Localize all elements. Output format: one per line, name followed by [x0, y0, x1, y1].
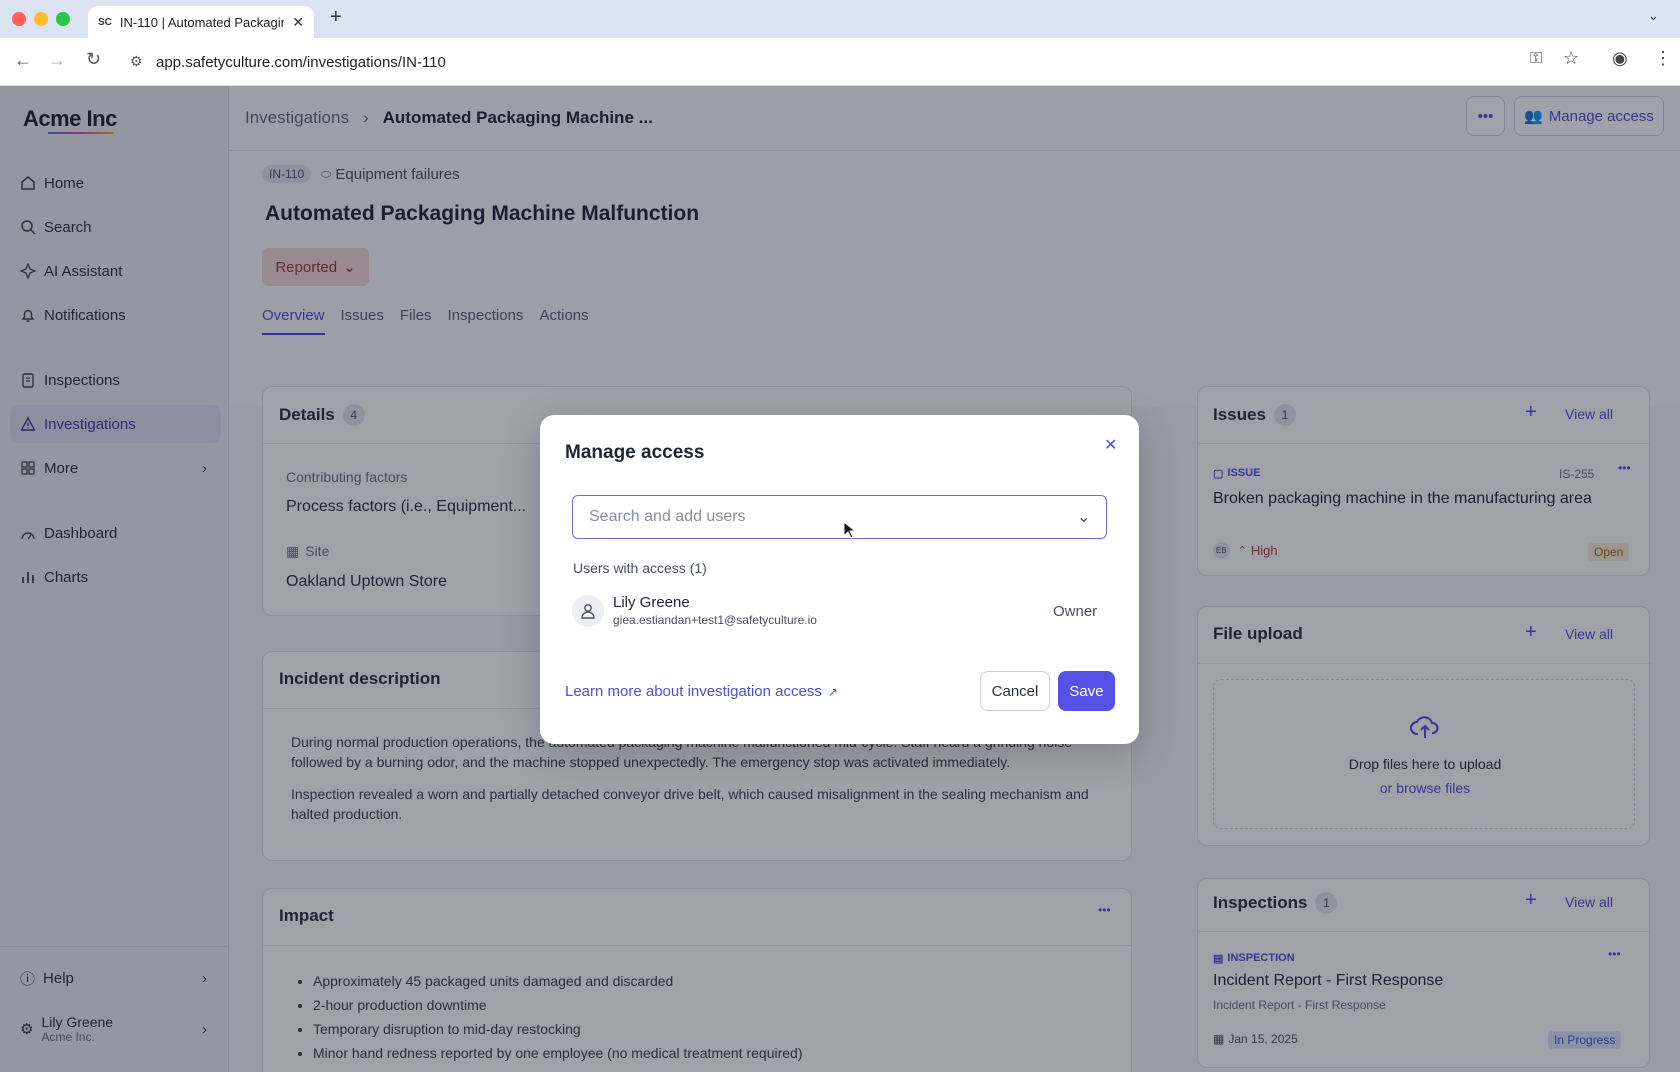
access-role: Owner [1053, 603, 1098, 620]
profile-icon[interactable]: ◉ [1612, 48, 1628, 69]
chevron-down-icon[interactable]: ⌄ [1077, 507, 1090, 527]
cancel-button[interactable]: Cancel [980, 671, 1050, 711]
tab-search-icon[interactable]: ⌄ [1648, 8, 1659, 24]
maximize-window-button[interactable] [56, 12, 70, 26]
bookmark-star-icon[interactable]: ☆ [1563, 48, 1579, 69]
browser-tab-strip: SC IN-110 | Automated Packaging Machine … [0, 0, 1680, 38]
url-text: app.safetyculture.com/investigations/IN-… [156, 53, 446, 71]
save-button[interactable]: Save [1058, 671, 1115, 711]
new-tab-icon[interactable]: + [330, 6, 342, 29]
close-window-button[interactable] [12, 12, 26, 26]
user-avatar [572, 595, 604, 627]
minimize-window-button[interactable] [34, 12, 48, 26]
favicon-icon: SC [98, 16, 112, 28]
browser-tab[interactable]: SC IN-110 | Automated Packaging Machine … [88, 6, 314, 38]
user-search-input[interactable] [589, 508, 1059, 526]
learn-more-link[interactable]: Learn more about investigation access ↗ [565, 683, 838, 700]
learn-more-label: Learn more about investigation access [565, 683, 822, 700]
close-tab-icon[interactable]: ✕ [292, 14, 304, 31]
manage-access-dialog: Manage access ✕ ⌄ Users with access (1) … [540, 415, 1139, 744]
users-with-access-label: Users with access (1) [573, 560, 707, 576]
address-bar: ← → ↻ ⚙ app.safetyculture.com/investigat… [0, 38, 1680, 86]
key-icon[interactable]: ⚿ [1530, 50, 1542, 68]
url-field[interactable]: ⚙ app.safetyculture.com/investigations/I… [118, 45, 1608, 79]
browser-tab-title: IN-110 | Automated Packaging Machine Mal… [119, 14, 285, 30]
browser-menu-icon[interactable]: ⋮ [1654, 48, 1672, 69]
dialog-title: Manage access [565, 442, 705, 463]
person-icon [581, 604, 595, 619]
user-search-select[interactable]: ⌄ [572, 495, 1107, 539]
external-link-icon: ↗ [827, 684, 838, 699]
close-icon[interactable]: ✕ [1104, 435, 1117, 455]
site-settings-icon[interactable]: ⚙ [130, 53, 143, 70]
access-user-name: Lily Greene [613, 594, 690, 611]
forward-icon[interactable]: → [48, 50, 66, 71]
back-icon[interactable]: ← [14, 50, 32, 71]
reload-icon[interactable]: ↻ [86, 49, 101, 70]
access-user-email: giea.estiandan+test1@safetyculture.io [613, 613, 817, 627]
mouse-cursor-icon [843, 521, 855, 539]
